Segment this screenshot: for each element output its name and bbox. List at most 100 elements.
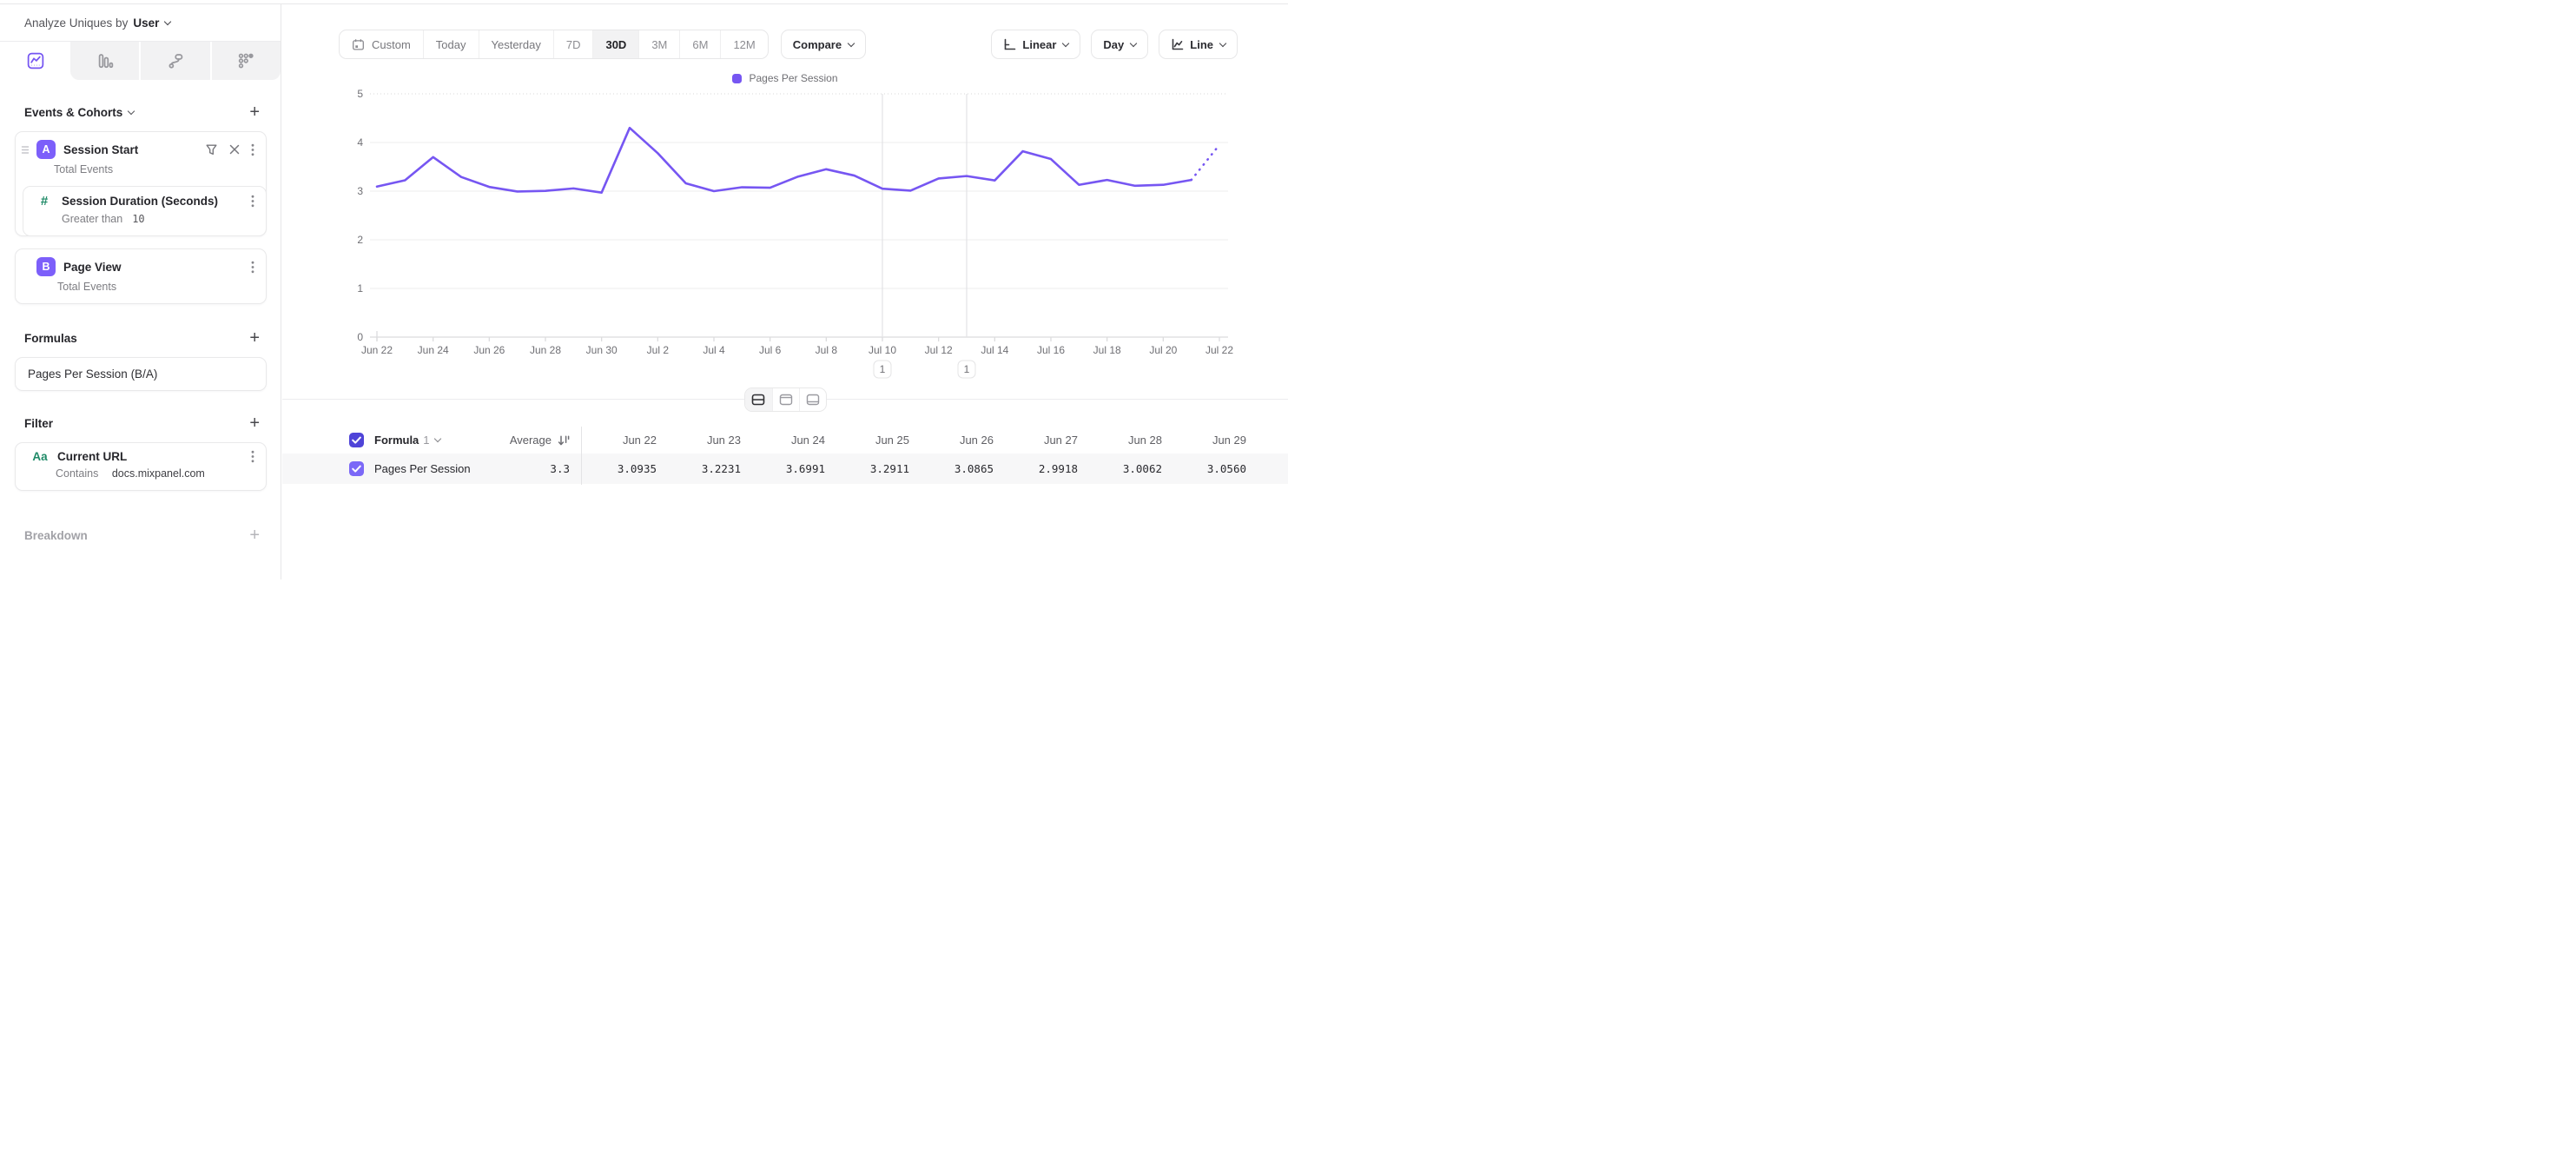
formula-name[interactable]: Pages Per Session (B/A) [16,358,266,390]
column-header-jun-23[interactable]: Jun 23 [665,434,750,447]
column-header-jun-29[interactable]: Jun 29 [1171,434,1255,447]
event-letter-badge: B [36,257,56,276]
event-measure[interactable]: Total Events [16,159,266,186]
chart-only-view-button[interactable] [772,388,799,411]
svg-text:Jun 30: Jun 30 [586,344,618,356]
table-header-row: Formula 1 Average Jun 22Jun 23Jun 24Jun … [282,427,1288,454]
column-header-jun-26[interactable]: Jun 26 [918,434,1002,447]
range-button-6m[interactable]: 6M [679,30,720,58]
date-range-control: CustomTodayYesterday7D30D3M6M12M [339,30,769,59]
granularity-button[interactable]: Day [1091,30,1148,59]
svg-text:Jul 14: Jul 14 [981,344,1008,356]
svg-text:Jul 4: Jul 4 [703,344,725,356]
kebab-menu-icon[interactable] [251,261,254,274]
range-button-custom[interactable]: Custom [340,30,423,58]
filter-card-current-url[interactable]: Aa Current URL Contains docs.mixpanel.co… [15,442,267,491]
numeric-property-icon: # [35,194,54,209]
chevron-down-icon [128,107,135,114]
events-cohorts-title[interactable]: Events & Cohorts [24,106,134,119]
chevron-down-icon [1062,39,1069,46]
split-view-button[interactable] [745,388,772,411]
filter-section-header: Filter + [0,414,281,432]
filter-value: docs.mixpanel.com [112,467,205,480]
tab-insights[interactable] [0,42,70,80]
table-only-view-button[interactable] [799,388,826,411]
column-header-jun-25[interactable]: Jun 25 [834,434,918,447]
range-button-7d[interactable]: 7D [553,30,593,58]
close-icon[interactable] [229,144,240,155]
svg-text:Jul 16: Jul 16 [1037,344,1065,356]
range-button-12m[interactable]: 12M [720,30,767,58]
select-all-checkbox[interactable] [349,433,364,447]
formula-card[interactable]: Pages Per Session (B/A) [15,357,267,391]
row-checkbox[interactable] [349,461,364,476]
report-type-tabbar [0,42,281,80]
event-name[interactable]: Page View [63,261,242,274]
insights-line-chart-icon [26,51,45,70]
split-view-icon [751,394,765,406]
series-legend-label: Pages Per Session [749,72,837,84]
range-button-today[interactable]: Today [423,30,479,58]
drag-handle-icon[interactable] [21,143,30,156]
property-name[interactable]: Session Duration (Seconds) [62,195,242,208]
series-swatch [732,74,742,83]
formulas-section-header: Formulas + [0,329,281,347]
column-header-jun-22[interactable]: Jun 22 [581,434,665,447]
event-name[interactable]: Session Start [63,143,196,156]
tab-retention[interactable] [210,42,281,80]
table-column-divider [581,427,582,485]
kebab-menu-icon[interactable] [251,195,254,208]
compare-button[interactable]: Compare [781,30,866,59]
table-row-pages-per-session[interactable]: Pages Per Session 3.3 3.09353.22313.6991… [282,454,1288,484]
scale-button[interactable]: Linear [991,30,1080,59]
value-cell-jun-29: 3.0560 [1171,462,1255,475]
line-chart-icon [1171,38,1184,51]
range-button-3m[interactable]: 3M [638,30,679,58]
top-panel-icon [779,394,793,406]
column-header-jun-24[interactable]: Jun 24 [750,434,834,447]
tab-flows[interactable] [139,42,209,80]
column-header-jun-27[interactable]: Jun 27 [1002,434,1087,447]
svg-text:1: 1 [964,363,970,375]
filter-property-name[interactable]: Current URL [57,450,242,463]
range-button-30d[interactable]: 30D [592,30,638,58]
add-event-button[interactable]: + [249,103,260,121]
line-chart: 012345Jun 22Jun 24Jun 26Jun 28Jun 30Jul … [282,87,1288,382]
column-header-jun-28[interactable]: Jun 28 [1087,434,1171,447]
add-filter-button[interactable]: + [249,414,260,432]
event-card-session-start[interactable]: A Session Start Total Events # [15,131,267,236]
average-column-header[interactable]: Average [510,434,570,447]
retention-dots-icon [236,51,255,70]
kebab-menu-icon[interactable] [251,450,254,463]
date-value-cells: 3.09353.22313.69913.29113.08652.99183.00… [581,462,1255,475]
chevron-down-icon [164,17,171,24]
svg-text:Jul 6: Jul 6 [759,344,782,356]
property-condition[interactable]: Greater than10 [23,209,266,235]
tab-funnels[interactable] [70,42,139,80]
value-cell-jun-26: 3.0865 [918,462,1002,475]
range-button-yesterday[interactable]: Yesterday [479,30,553,58]
filter-condition[interactable]: Contains docs.mixpanel.com [16,463,266,490]
analyze-value-dropdown[interactable]: User [133,17,159,30]
results-table: Formula 1 Average Jun 22Jun 23Jun 24Jun … [282,427,1288,484]
annotation-marker[interactable]: 1 [958,361,975,378]
operator: Greater than [62,213,122,225]
chevron-down-icon [433,435,440,442]
svg-text:3: 3 [357,185,363,197]
add-formula-button[interactable]: + [249,329,260,347]
chart-type-button[interactable]: Line [1159,30,1238,59]
sort-descending-icon [558,434,570,447]
svg-text:1: 1 [880,363,886,375]
add-breakdown-button[interactable]: + [249,527,260,544]
view-layout-toggle [744,387,827,412]
formula-group-label[interactable]: Formula [374,434,419,447]
insights-report: Analyze Uniques by User [0,3,1288,580]
event-measure[interactable]: Total Events [16,276,266,303]
kebab-menu-icon[interactable] [251,143,254,156]
annotation-marker[interactable]: 1 [874,361,891,378]
svg-text:Jul 2: Jul 2 [647,344,670,356]
svg-text:Jul 12: Jul 12 [925,344,953,356]
filter-funnel-icon[interactable] [205,143,218,156]
event-card-page-view[interactable]: B Page View Total Events [15,248,267,304]
property-filter-card[interactable]: # Session Duration (Seconds) Greater tha… [23,186,267,236]
